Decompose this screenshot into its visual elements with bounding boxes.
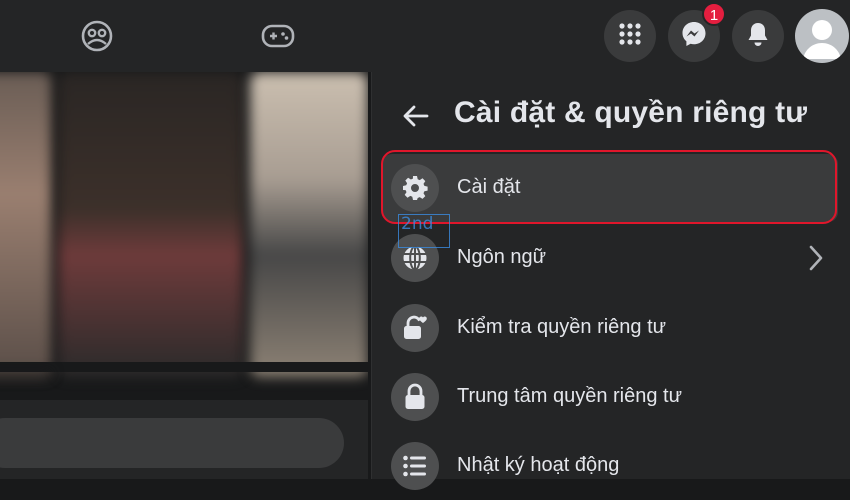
gaming-icon[interactable]	[260, 18, 296, 54]
menu-grid-icon	[618, 22, 642, 51]
menu-item-label: Trung tâm quyền riêng tư	[457, 385, 682, 407]
story-card	[58, 72, 243, 377]
gear-icon	[391, 164, 439, 212]
menu-item-activity-log[interactable]: Nhật ký hoạt động	[382, 432, 838, 500]
lock-icon	[391, 373, 439, 421]
list-icon	[391, 442, 439, 490]
menu-item-label: Ngôn ngữ	[457, 246, 547, 268]
lock-heart-icon	[391, 304, 439, 352]
post-composer	[0, 400, 368, 479]
menu-grid-button[interactable]	[604, 10, 656, 62]
bell-icon	[746, 21, 770, 52]
story-card	[250, 72, 368, 377]
chevron-right-icon	[802, 244, 830, 272]
menu-item-privacy-center[interactable]: Trung tâm quyền riêng tư	[382, 363, 838, 431]
story-card	[0, 72, 52, 377]
top-navigation-bar: 1	[0, 0, 850, 72]
watermark-logo: 2nd	[398, 214, 450, 248]
messenger-button[interactable]: 1	[668, 2, 726, 62]
menu-item-privacy-checkup[interactable]: Kiểm tra quyền riêng tư	[382, 294, 838, 362]
menu-item-label: Kiểm tra quyền riêng tư	[457, 316, 667, 338]
menu-item-label: Nhật ký hoạt động	[457, 454, 620, 476]
notifications-button[interactable]	[732, 10, 784, 62]
menu-item-language[interactable]: Ngôn ngữ	[382, 224, 838, 292]
messenger-badge: 1	[702, 2, 726, 26]
composer-input[interactable]	[0, 418, 344, 468]
menu-item-settings[interactable]: Cài đặt	[382, 154, 838, 222]
panel-title: Cài đặt & quyền riêng tư	[454, 96, 808, 129]
profile-avatar[interactable]	[795, 9, 849, 63]
back-arrow-icon[interactable]	[400, 100, 432, 132]
panel-header: Cài đặt & quyền riêng tư	[372, 72, 850, 154]
groups-icon[interactable]	[79, 18, 115, 54]
settings-privacy-panel: Cài đặt & quyền riêng tư Cài đặt Ngôn ng…	[371, 72, 850, 490]
menu-item-label: Cài đặt	[457, 176, 521, 198]
messenger-icon	[680, 20, 708, 53]
